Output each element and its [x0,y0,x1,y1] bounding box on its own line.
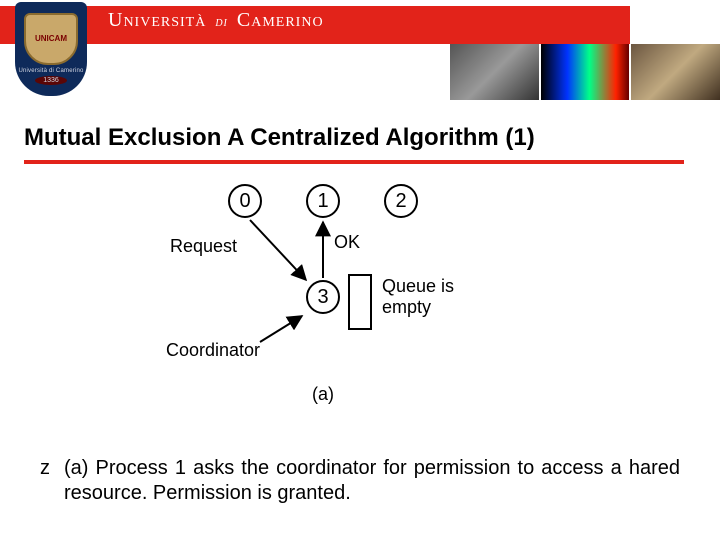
university-word-di: di [211,15,232,30]
bullet-marker: z [40,456,50,506]
node-2: 2 [384,184,418,218]
title-underline [24,160,684,164]
diagram: 0 1 2 3 Request OK Queue is empty Coordi… [190,176,530,406]
header-banner: UNICAM Università di Camerino 1336 Unive… [0,0,720,100]
university-name: Università di Camerino [108,9,324,32]
node-1-label: 1 [317,190,328,213]
node-0: 0 [228,184,262,218]
header-photo-1 [450,44,539,100]
university-word-b: Camerino [237,9,324,31]
header-photo-3 [631,44,720,100]
shield-year: 1336 [35,76,67,85]
figure-caption: (a) [312,384,334,405]
label-ok: OK [334,232,360,253]
body-paragraph: (a) Process 1 asks the coordinator for p… [64,456,680,506]
shield-crest: UNICAM [24,13,78,65]
page-title: Mutual Exclusion A Centralized Algorithm… [24,124,696,158]
node-3: 3 [306,280,340,314]
node-0-label: 0 [239,190,250,213]
node-2-label: 2 [395,190,406,213]
university-shield: UNICAM Università di Camerino 1336 [15,2,87,96]
title-block: Mutual Exclusion A Centralized Algorithm… [24,124,696,164]
label-request: Request [170,236,237,257]
shield-main-text: UNICAM [35,35,67,44]
node-1: 1 [306,184,340,218]
header-photo-2 [541,44,630,100]
university-word-a: Università [108,9,206,31]
shield-subtitle: Università di Camerino [18,68,83,74]
header-photo-strip [450,44,720,100]
queue-box [348,274,372,330]
node-3-label: 3 [317,286,328,309]
label-coordinator: Coordinator [166,340,260,361]
label-queue: Queue is empty [382,276,454,318]
body-text: z (a) Process 1 asks the coordinator for… [40,456,680,506]
